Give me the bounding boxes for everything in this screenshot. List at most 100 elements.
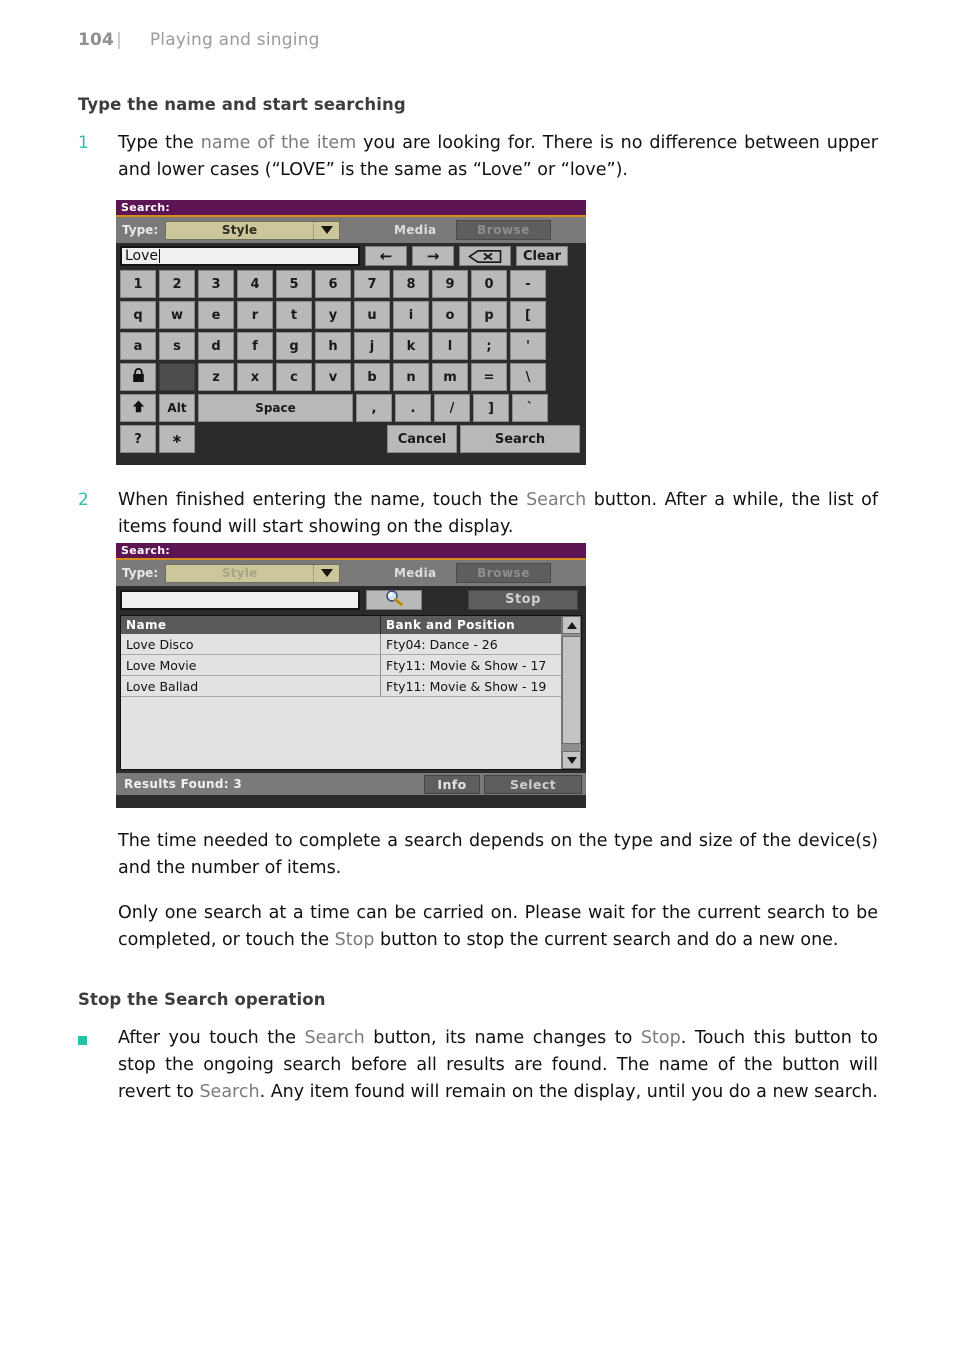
clear-button[interactable]: Clear: [516, 246, 568, 266]
question-key[interactable]: ?: [120, 425, 156, 453]
key-a-1[interactable]: s: [159, 332, 195, 360]
cancel-button[interactable]: Cancel: [387, 425, 457, 453]
step-1-number: 1: [78, 133, 89, 153]
key-z-5[interactable]: n: [393, 363, 429, 391]
key-q-8[interactable]: o: [432, 301, 468, 329]
table-row[interactable]: Love Movie Fty11: Movie & Show - 17: [121, 655, 561, 676]
caps-lock-key[interactable]: [120, 363, 156, 391]
backspace-button[interactable]: [459, 246, 511, 266]
key-a-8[interactable]: l: [432, 332, 468, 360]
key-z-7[interactable]: =: [471, 363, 507, 391]
section-heading-type-name: Type the name and start searching: [78, 95, 406, 114]
key-q-2[interactable]: e: [198, 301, 234, 329]
search-icon-button[interactable]: [366, 589, 422, 610]
key-punct-2[interactable]: /: [434, 394, 470, 422]
key-punct-1[interactable]: .: [395, 394, 431, 422]
key-q-5[interactable]: y: [315, 301, 351, 329]
key-q-9[interactable]: p: [471, 301, 507, 329]
bullet1-p2: button, its name changes to: [364, 1028, 641, 1048]
key-num-10[interactable]: -: [510, 270, 546, 298]
key-a-0[interactable]: a: [120, 332, 156, 360]
key-q-10[interactable]: [: [510, 301, 546, 329]
key-num-5[interactable]: 6: [315, 270, 351, 298]
cursor-left-button[interactable]: ←: [365, 246, 407, 266]
key-num-4[interactable]: 5: [276, 270, 312, 298]
scroll-up-button[interactable]: [562, 616, 581, 634]
column-header-bank[interactable]: Bank and Position: [381, 616, 561, 634]
key-z-8[interactable]: \: [510, 363, 546, 391]
key-punct-4[interactable]: `: [512, 394, 548, 422]
key-a-4[interactable]: g: [276, 332, 312, 360]
dialog1-type-value: Style: [221, 223, 258, 237]
scroll-down-button[interactable]: [562, 751, 581, 769]
dialog1-browse-button[interactable]: Browse: [456, 220, 551, 240]
chevron-down-icon[interactable]: [313, 221, 339, 239]
key-z-6[interactable]: m: [432, 363, 468, 391]
para2-suffix: button to stop the current search and do…: [374, 930, 839, 950]
dialog2-browse-button[interactable]: Browse: [456, 563, 551, 583]
key-num-2[interactable]: 3: [198, 270, 234, 298]
key-z-1[interactable]: x: [237, 363, 273, 391]
key-q-3[interactable]: r: [237, 301, 273, 329]
key-q-6[interactable]: u: [354, 301, 390, 329]
scrollbar-track[interactable]: [562, 634, 581, 751]
key-num-6[interactable]: 7: [354, 270, 390, 298]
key-z-0[interactable]: z: [198, 363, 234, 391]
alt-key[interactable]: Alt: [159, 394, 195, 422]
results-scrollbar[interactable]: [561, 616, 581, 769]
search-button[interactable]: Search: [460, 425, 580, 453]
page-content: Type the name and start searching 1 Type…: [78, 95, 878, 190]
key-a-5[interactable]: h: [315, 332, 351, 360]
shift-key[interactable]: [120, 394, 156, 422]
select-button[interactable]: Select: [484, 774, 582, 794]
key-z-4[interactable]: b: [354, 363, 390, 391]
space-key[interactable]: Space: [198, 394, 353, 422]
info-button[interactable]: Info: [424, 774, 480, 794]
key-num-9[interactable]: 0: [471, 270, 507, 298]
key-num-1[interactable]: 2: [159, 270, 195, 298]
bullet-1-text: After you touch the Search button, its n…: [118, 1025, 878, 1106]
key-q-4[interactable]: t: [276, 301, 312, 329]
key-a-3[interactable]: f: [237, 332, 273, 360]
shift-arrow-icon: [131, 399, 146, 418]
key-q-1[interactable]: w: [159, 301, 195, 329]
key-z-2[interactable]: c: [276, 363, 312, 391]
key-punct-0[interactable]: ,: [356, 394, 392, 422]
column-header-name[interactable]: Name: [121, 616, 381, 634]
key-num-0[interactable]: 1: [120, 270, 156, 298]
key-num-7[interactable]: 8: [393, 270, 429, 298]
table-row[interactable]: Love Ballad Fty11: Movie & Show - 19: [121, 676, 561, 697]
key-a-10[interactable]: ': [510, 332, 546, 360]
key-q-0[interactable]: q: [120, 301, 156, 329]
step-1: 1 Type the name of the item you are look…: [78, 130, 878, 184]
step-1-prefix: Type the: [118, 133, 201, 153]
step-1-text: Type the name of the item you are lookin…: [118, 130, 878, 184]
key-a-7[interactable]: k: [393, 332, 429, 360]
search-input[interactable]: [120, 589, 360, 610]
key-num-8[interactable]: 9: [432, 270, 468, 298]
key-z-3[interactable]: v: [315, 363, 351, 391]
dialog2-type-value: Style: [221, 566, 258, 580]
key-a-2[interactable]: d: [198, 332, 234, 360]
key-num-3[interactable]: 4: [237, 270, 273, 298]
key-a-6[interactable]: j: [354, 332, 390, 360]
dialog1-title: Search:: [121, 201, 171, 214]
page-header: 104 | Playing and singing: [78, 30, 320, 50]
dialog2-type-bar: Type: Style Media Browse: [116, 560, 586, 586]
dialog1-input-row: Love ← → Clear: [116, 243, 586, 267]
key-q-7[interactable]: i: [393, 301, 429, 329]
table-row[interactable]: Love Disco Fty04: Dance - 26: [121, 634, 561, 655]
blank-key[interactable]: [159, 363, 195, 391]
stop-button[interactable]: Stop: [468, 589, 578, 610]
keyboard-row-numbers: 1234567890-: [120, 270, 582, 298]
cell-bank: Fty04: Dance - 26: [381, 634, 561, 654]
star-key[interactable]: ∗: [159, 425, 195, 453]
scrollbar-thumb[interactable]: [562, 636, 581, 744]
search-input[interactable]: Love: [120, 246, 360, 266]
bullet1-p4: . Any item found will remain on the disp…: [259, 1082, 878, 1102]
cursor-right-button[interactable]: →: [412, 246, 454, 266]
key-punct-3[interactable]: ]: [473, 394, 509, 422]
key-a-9[interactable]: ;: [471, 332, 507, 360]
bullet1-ui1: Search: [304, 1028, 365, 1048]
dialog1-type-dropdown[interactable]: Style: [165, 220, 341, 240]
